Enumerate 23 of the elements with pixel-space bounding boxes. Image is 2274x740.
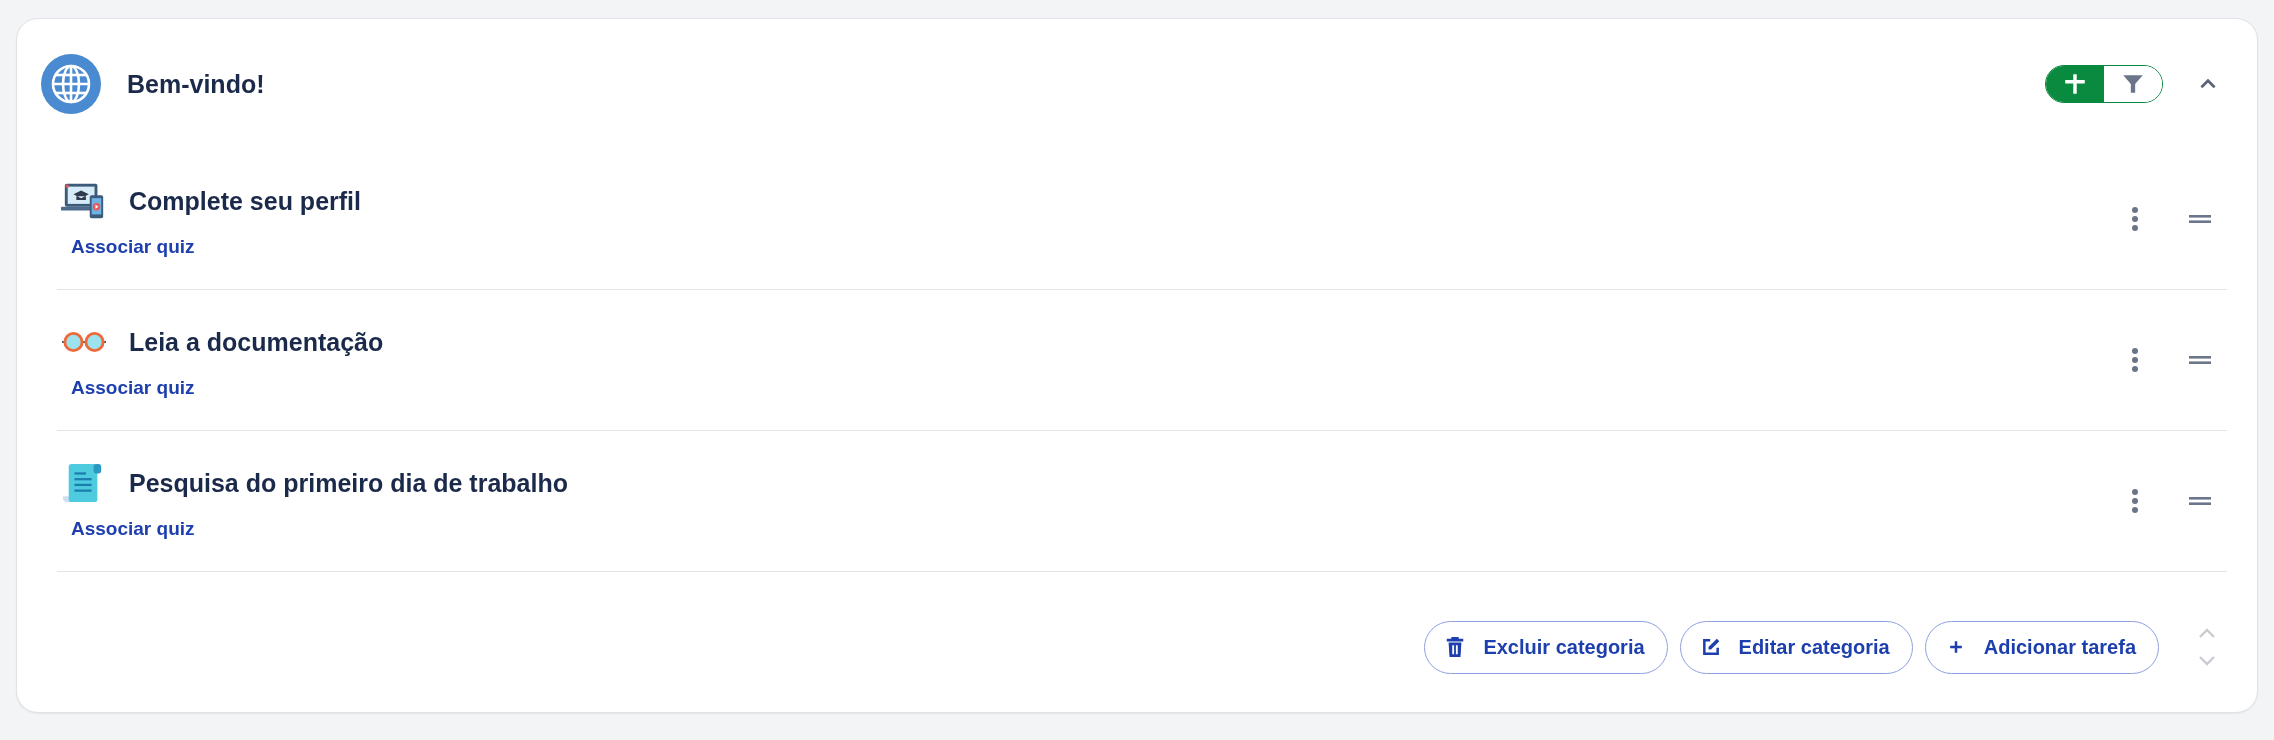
category-title: Bem-vindo! — [127, 69, 265, 99]
edit-icon — [1700, 636, 1721, 658]
chevron-down-icon — [2197, 655, 2217, 667]
drag-handle-icon[interactable] — [2189, 356, 2211, 364]
associate-quiz-link[interactable]: Associar quiz — [71, 518, 195, 540]
task-title: Pesquisa do primeiro dia de trabalho — [129, 468, 568, 498]
drag-handle-icon[interactable] — [2189, 215, 2211, 223]
more-options-icon[interactable] — [2131, 488, 2139, 514]
trash-icon — [1445, 636, 1466, 658]
chevron-up-icon — [2197, 627, 2217, 639]
task-title: Leia a documentação — [129, 327, 384, 357]
associate-quiz-link[interactable]: Associar quiz — [71, 236, 195, 258]
add-toggle-button[interactable] — [2046, 66, 2104, 102]
add-button[interactable]: Adicionar tarefa — [1924, 620, 2159, 674]
globe-icon — [41, 54, 101, 114]
task-title: Complete seu perfil — [129, 186, 361, 216]
drag-handle-icon[interactable] — [2189, 497, 2211, 505]
associate-quiz-link[interactable]: Associar quiz — [71, 377, 195, 399]
delete-button[interactable]: Excluir categoria — [1424, 620, 1668, 674]
edit-button[interactable]: Editar categoria — [1679, 620, 1913, 674]
plus-icon — [2062, 71, 2088, 97]
more-options-icon[interactable] — [2131, 347, 2139, 373]
more-options-icon[interactable] — [2131, 206, 2139, 232]
